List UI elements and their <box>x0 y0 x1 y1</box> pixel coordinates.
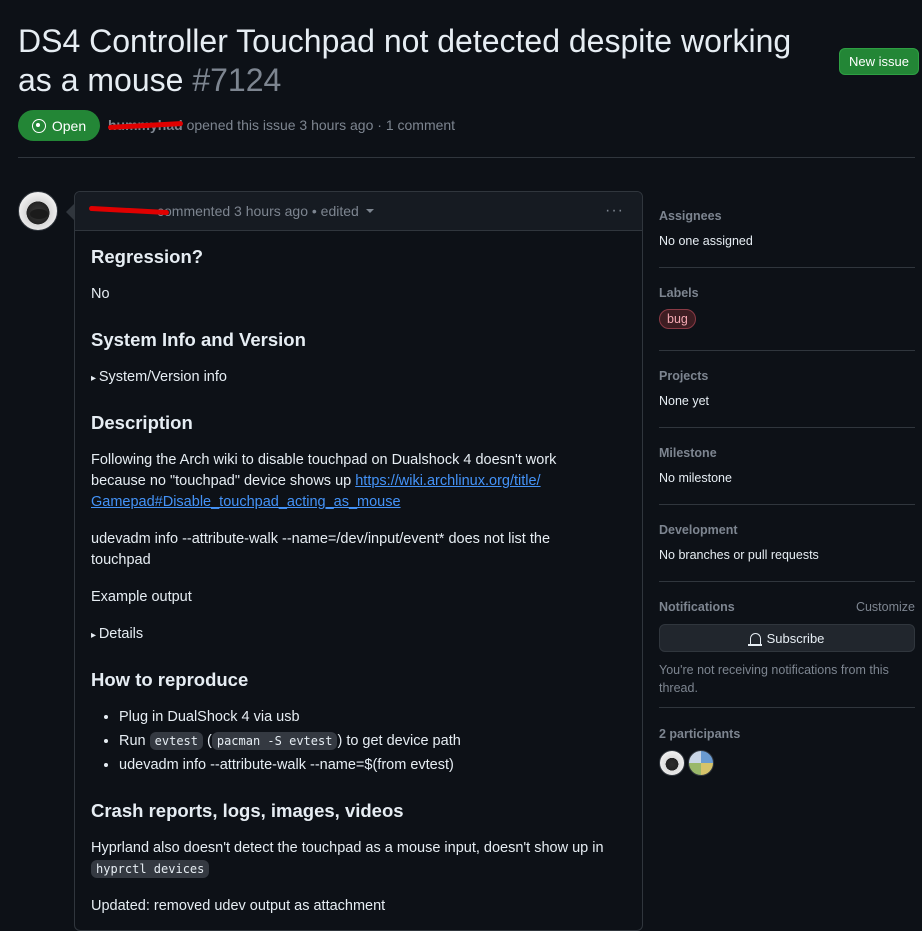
system-info-summary: System/Version info <box>98 369 227 385</box>
comment-meta: commented 3 hours ago • edited <box>157 203 359 219</box>
sidebar-divider <box>659 350 915 351</box>
issue-comment: commented 3 hours ago • edited ··· Regre… <box>74 191 643 931</box>
milestone-heading[interactable]: Milestone <box>659 446 915 460</box>
assignees-section: Assignees No one assigned <box>659 209 915 248</box>
inline-code-evtest: evtest <box>149 732 203 750</box>
inline-code-hyprctl: hyprctl devices <box>91 860 210 878</box>
customize-link[interactable]: Customize <box>856 600 915 614</box>
description-paragraph-3: Example output <box>91 589 192 605</box>
heading-crash-reports: Crash reports, logs, images, videos <box>91 800 404 821</box>
repro-run-suffix: to get device path <box>346 733 461 749</box>
development-value: No branches or pull requests <box>659 548 819 562</box>
disclosure-triangle-icon: ▸ <box>91 373 99 384</box>
projects-section: Projects None yet <box>659 369 915 408</box>
heading-regression: Regression? <box>91 246 204 267</box>
labels-section: Labels bug <box>659 286 915 329</box>
milestone-value: No milestone <box>659 471 732 485</box>
labels-heading[interactable]: Labels <box>659 286 915 300</box>
assignees-value: No one assigned <box>659 234 753 248</box>
list-item: Run evtest (pacman -S evtest) to get dev… <box>119 731 639 752</box>
projects-value: None yet <box>659 394 710 408</box>
heading-description: Description <box>91 412 193 433</box>
new-issue-button[interactable]: New issue <box>839 48 919 75</box>
comment-author-avatar[interactable] <box>18 191 58 231</box>
arch-wiki-link-line-2: Gamepad#Disable_touchpad_acting_as_mouse <box>91 494 401 510</box>
subscribe-button[interactable]: Subscribe <box>659 624 915 652</box>
issue-state-badge: Open <box>18 110 100 141</box>
edited-dropdown-icon[interactable] <box>365 209 374 213</box>
issue-opened-text: opened this issue 3 hours ago · 1 commen… <box>186 117 456 133</box>
list-item: udevadm info --attribute-walk --name=$(f… <box>119 755 639 776</box>
heading-system-info: System Info and Version <box>91 329 306 350</box>
list-item: Plug in DualShock 4 via usb <box>119 707 639 728</box>
development-section: Development No branches or pull requests <box>659 523 915 562</box>
regression-value: No <box>91 286 110 302</box>
projects-heading[interactable]: Projects <box>659 369 915 383</box>
description-paragraph-1: Following the Arch wiki to disable touch… <box>91 450 581 513</box>
repro-steps-list: Plug in DualShock 4 via usb Run evtest (… <box>91 707 639 779</box>
bell-icon <box>747 632 762 646</box>
participant-avatars <box>659 750 915 776</box>
heading-how-to-reproduce: How to reproduce <box>91 669 249 690</box>
system-info-details[interactable]: ▸ System/Version info <box>91 367 591 389</box>
notification-status-text: You're not receiving notifications from … <box>659 663 889 695</box>
sidebar-divider <box>659 267 915 268</box>
crash-paragraph-1: Hyprland also doesn't detect the touchpa… <box>91 838 621 880</box>
label-bug[interactable]: bug <box>659 309 696 329</box>
comment-pointer <box>66 204 74 220</box>
crash-paragraph-2: Updated: removed udev output as attachme… <box>91 898 386 914</box>
avatar[interactable] <box>688 750 714 776</box>
subscribe-label: Subscribe <box>766 630 825 646</box>
issue-state-label: Open <box>51 117 87 134</box>
disclosure-triangle-icon: ▸ <box>91 630 99 641</box>
details-summary: Details <box>98 626 144 642</box>
avatar[interactable] <box>659 750 685 776</box>
details-disclosure[interactable]: ▸ Details <box>91 624 591 646</box>
sidebar-divider <box>659 504 915 505</box>
notifications-section: Notifications Customize Subscribe You're… <box>659 600 915 697</box>
repro-run-text: Run <box>119 733 146 749</box>
issue-title-text: DS4 Controller Touchpad not detected des… <box>18 23 792 98</box>
assignees-heading[interactable]: Assignees <box>659 209 915 223</box>
development-heading[interactable]: Development <box>659 523 915 537</box>
issue-opened-icon <box>31 118 46 133</box>
sidebar-divider <box>659 707 915 708</box>
inline-code-pacman: pacman -S evtest <box>211 732 338 750</box>
participants-section: 2 participants <box>659 727 915 776</box>
sidebar-divider <box>659 581 915 582</box>
milestone-section: Milestone No milestone <box>659 446 915 485</box>
arch-wiki-link-line-1: https://wiki.archlinux.org/title/ <box>355 473 541 489</box>
kebab-menu-icon[interactable]: ··· <box>605 202 624 220</box>
issue-title: DS4 Controller Touchpad not detected des… <box>18 22 818 100</box>
issue-number: #7124 <box>192 62 282 98</box>
header-divider <box>18 157 915 158</box>
participants-heading: 2 participants <box>659 727 741 741</box>
sidebar-divider <box>659 427 915 428</box>
crash-text-1: Hyprland also doesn't detect the touchpa… <box>91 840 604 856</box>
description-paragraph-2: udevadm info --attribute-walk --name=/de… <box>91 531 551 568</box>
